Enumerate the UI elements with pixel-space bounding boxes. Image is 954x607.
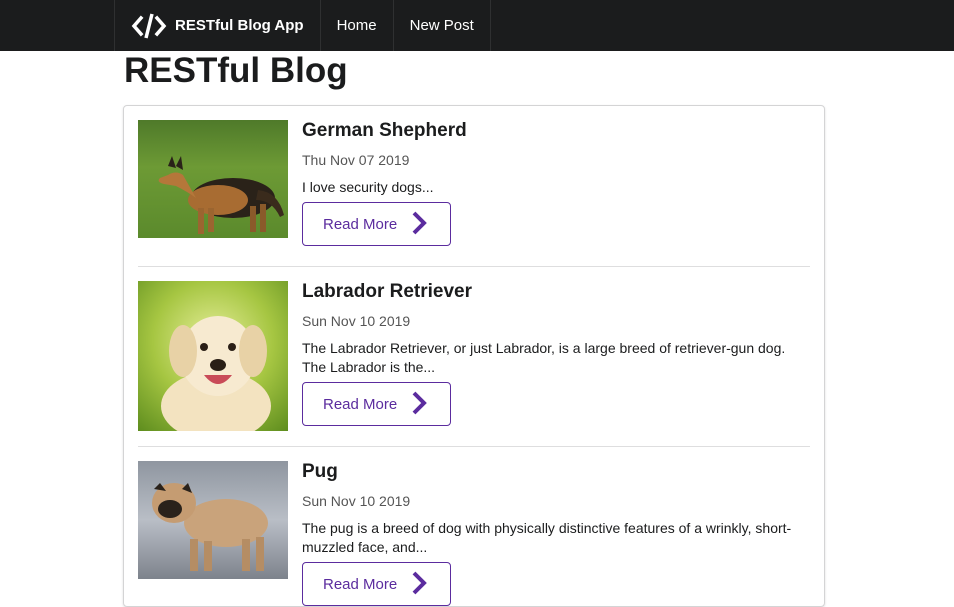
post-content: Pug Sun Nov 10 2019 The pug is a breed o… [302, 461, 810, 606]
read-more-button[interactable]: Read More [302, 202, 451, 246]
post-excerpt: I love security dogs... [302, 179, 434, 195]
post-image-labrador[interactable] [138, 281, 288, 431]
post-item: Labrador Retriever Sun Nov 10 2019 The L… [138, 281, 810, 447]
post-content: Labrador Retriever Sun Nov 10 2019 The L… [302, 281, 810, 426]
chevron-right-icon [412, 571, 427, 595]
post-item: Pug Sun Nov 10 2019 The pug is a breed o… [138, 461, 810, 606]
code-icon [131, 13, 167, 38]
nav-item-new-post[interactable]: New Post [394, 0, 491, 51]
nav-item-label: New Post [409, 17, 474, 34]
read-more-button[interactable]: Read More [302, 562, 451, 606]
brand-label: RESTful Blog App [175, 17, 304, 34]
read-more-label: Read More [323, 575, 398, 593]
post-excerpt: The Labrador Retriever, or just Labrador… [302, 340, 786, 375]
post-date: Sun Nov 10 2019 [302, 313, 411, 329]
read-more-label: Read More [323, 395, 398, 413]
post-content: German Shepherd Thu Nov 07 2019 I love s… [302, 120, 810, 246]
post-title[interactable]: Pug [302, 461, 810, 483]
chevron-right-icon [412, 391, 427, 415]
post-date: Sun Nov 10 2019 [302, 493, 411, 509]
top-navbar: RESTful Blog App Home New Post [0, 0, 954, 51]
page-title: RESTful Blog [124, 51, 348, 90]
post-excerpt: The pug is a breed of dog with physicall… [302, 520, 792, 555]
post-date: Thu Nov 07 2019 [302, 152, 410, 168]
post-title[interactable]: German Shepherd [302, 120, 810, 142]
nav-item-label: Home [336, 17, 377, 34]
post-title[interactable]: Labrador Retriever [302, 281, 810, 303]
nav-item-home[interactable]: Home [321, 0, 394, 51]
post-image-german-shepherd[interactable] [138, 120, 288, 238]
post-list: German Shepherd Thu Nov 07 2019 I love s… [123, 105, 825, 607]
read-more-button[interactable]: Read More [302, 382, 451, 426]
brand-link[interactable]: RESTful Blog App [114, 0, 321, 51]
post-image-pug[interactable] [138, 461, 288, 579]
chevron-right-icon [412, 211, 427, 235]
post-item: German Shepherd Thu Nov 07 2019 I love s… [138, 120, 810, 267]
read-more-label: Read More [323, 215, 398, 233]
